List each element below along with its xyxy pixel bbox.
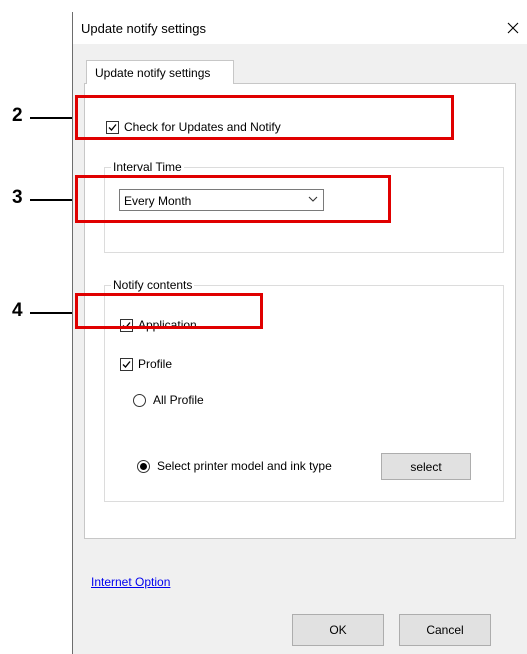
ok-button-label: OK [329,623,347,637]
all-profile-radio[interactable]: All Profile [133,393,204,407]
select-model-radio[interactable]: Select printer model and ink type [137,459,332,473]
checkmark-icon [122,360,131,368]
tab-label: Update notify settings [95,66,211,80]
select-button-label: select [410,459,442,474]
select-button[interactable]: select [381,453,471,480]
interval-time-legend: Interval Time [111,160,184,174]
radio-dot [140,462,147,470]
dialog-title: Update notify settings [81,21,207,36]
callout-2: 2 [12,105,23,126]
highlight-box-interval [75,175,391,223]
notify-contents-legend: Notify contents [111,278,195,292]
internet-option-link[interactable]: Internet Option [91,575,170,589]
callout-4: 4 [12,300,23,321]
callout-4-line [30,312,75,314]
profile-checkbox[interactable]: Profile [120,357,172,371]
close-button[interactable] [498,12,527,44]
callout-2-line [30,117,75,119]
highlight-box-check-updates [75,95,454,140]
ok-button[interactable]: OK [292,614,384,646]
highlight-box-application [75,293,263,329]
title-bar: Update notify settings [73,12,527,44]
cancel-button-label: Cancel [426,623,464,637]
select-model-label: Select printer model and ink type [157,459,332,473]
callout-3: 3 [12,187,23,208]
cancel-button[interactable]: Cancel [399,614,491,646]
callout-3-line [30,199,75,201]
close-icon [507,22,519,34]
checkbox-box [120,357,133,371]
radio-circle [133,393,146,407]
tab-update-notify-settings[interactable]: Update notify settings [86,60,234,84]
radio-circle-selected [137,459,150,473]
profile-label: Profile [138,357,173,371]
all-profile-label: All Profile [153,393,204,407]
